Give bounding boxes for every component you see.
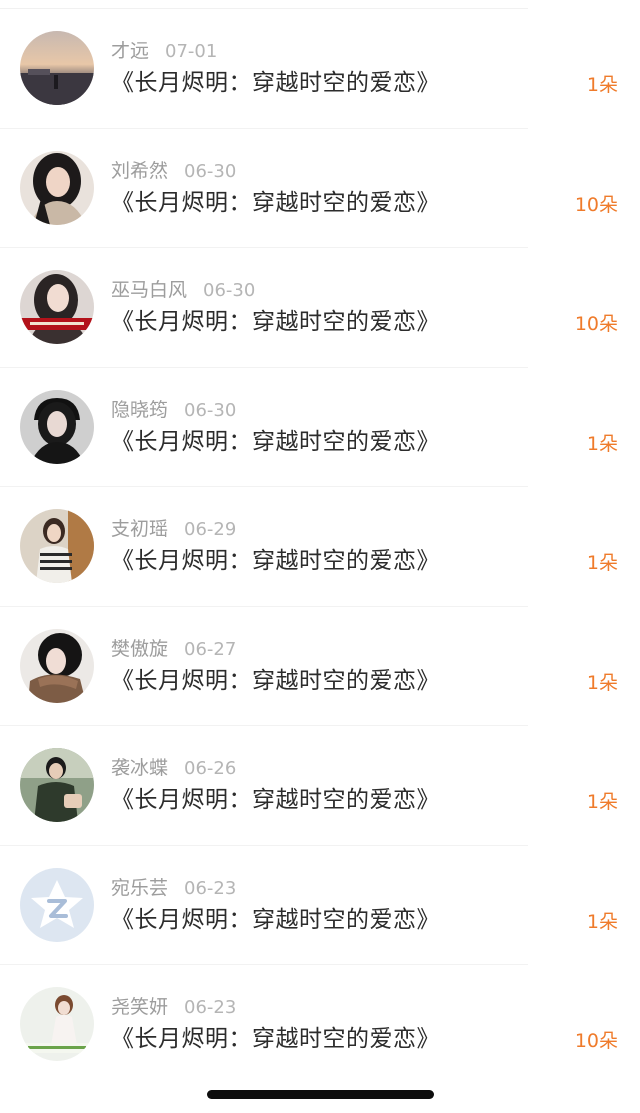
- date: 06-26: [184, 758, 237, 779]
- date: 06-29: [184, 519, 237, 540]
- gift-count: 1朵: [586, 791, 618, 813]
- list-item[interactable]: 袭冰蝶 06-26 《长月烬明：穿越时空的爱恋》 1朵: [0, 726, 640, 846]
- gift-count: 10朵: [574, 193, 618, 216]
- meta-line: 才远 07-01: [111, 39, 217, 63]
- list-item[interactable]: 支初瑶 06-29 《长月烬明：穿越时空的爱恋》 1朵: [0, 487, 640, 607]
- date: 06-23: [184, 877, 237, 899]
- list-item[interactable]: 才远 07-01 《长月烬明：穿越时空的爱恋》 1朵: [0, 9, 640, 129]
- avatar[interactable]: [20, 31, 94, 105]
- book-title[interactable]: 《长月烬明：穿越时空的爱恋》: [111, 783, 440, 817]
- avatar[interactable]: [20, 270, 94, 344]
- book-title[interactable]: 《长月烬明：穿越时空的爱恋》: [111, 1022, 440, 1056]
- meta-line: 刘希然 06-30: [111, 159, 236, 183]
- book-title[interactable]: 《长月烬明：穿越时空的爱恋》: [111, 425, 440, 459]
- user-name[interactable]: 袭冰蝶: [111, 757, 168, 779]
- book-title[interactable]: 《长月烬明：穿越时空的爱恋》: [111, 305, 440, 339]
- gift-record-list: 才远 07-01 《长月烬明：穿越时空的爱恋》 1朵 刘希然 06-30 《长月烬明…: [0, 9, 640, 1085]
- user-name[interactable]: 隐晓筠: [111, 399, 168, 421]
- avatar[interactable]: [20, 987, 94, 1061]
- meta-line: 宛乐芸 06-23: [111, 876, 236, 900]
- meta-line: 樊傲旋 06-27: [111, 637, 236, 661]
- user-name[interactable]: 才远: [111, 40, 149, 62]
- list-item[interactable]: 隐晓筠 06-30 《长月烬明：穿越时空的爱恋》 1朵: [0, 368, 640, 488]
- gift-count: 1朵: [586, 74, 618, 96]
- avatar[interactable]: [20, 867, 94, 942]
- gift-count: 10朵: [574, 313, 618, 335]
- meta-line: 尧笑妍 06-23: [111, 995, 236, 1019]
- avatar[interactable]: [20, 150, 94, 225]
- list-item[interactable]: 尧笑妍 06-23 《长月烬明：穿越时空的爱恋》 10朵: [0, 965, 640, 1085]
- gift-count: 1朵: [586, 910, 618, 933]
- avatar[interactable]: [20, 628, 94, 703]
- date: 06-30: [184, 160, 237, 182]
- list-item[interactable]: 刘希然 06-30 《长月烬明：穿越时空的爱恋》 10朵: [0, 129, 640, 249]
- meta-line: 袭冰蝶 06-26: [111, 756, 236, 780]
- date: 06-27: [184, 638, 237, 660]
- user-name[interactable]: 支初瑶: [111, 518, 168, 540]
- user-name[interactable]: 尧笑妍: [111, 996, 168, 1018]
- avatar[interactable]: [20, 389, 94, 464]
- book-title[interactable]: 《长月烬明：穿越时空的爱恋》: [111, 186, 440, 220]
- date: 06-30: [184, 399, 237, 421]
- list-item[interactable]: 樊傲旋 06-27 《长月烬明：穿越时空的爱恋》 1朵: [0, 607, 640, 727]
- meta-line: 巫马白风 06-30: [111, 278, 255, 302]
- meta-line: 支初瑶 06-29: [111, 517, 236, 541]
- gift-count: 1朵: [586, 552, 618, 574]
- meta-line: 隐晓筠 06-30: [111, 398, 236, 422]
- book-title[interactable]: 《长月烬明：穿越时空的爱恋》: [111, 544, 440, 578]
- date: 07-01: [165, 41, 218, 62]
- list-item[interactable]: 巫马白风 06-30 《长月烬明：穿越时空的爱恋》 10朵: [0, 248, 640, 368]
- gift-count: 1朵: [586, 432, 618, 455]
- avatar[interactable]: [20, 748, 94, 822]
- date: 06-23: [184, 997, 237, 1018]
- date: 06-30: [203, 280, 256, 301]
- home-indicator[interactable]: [207, 1090, 434, 1099]
- user-name[interactable]: 宛乐芸: [111, 877, 168, 899]
- list-item[interactable]: 宛乐芸 06-23 《长月烬明：穿越时空的爱恋》 1朵: [0, 846, 640, 966]
- avatar[interactable]: [20, 509, 94, 583]
- book-title[interactable]: 《长月烬明：穿越时空的爱恋》: [111, 664, 440, 698]
- book-title[interactable]: 《长月烬明：穿越时空的爱恋》: [111, 66, 440, 100]
- gift-count: 10朵: [574, 1030, 618, 1052]
- user-name[interactable]: 樊傲旋: [111, 638, 168, 660]
- book-title[interactable]: 《长月烬明：穿越时空的爱恋》: [111, 903, 440, 937]
- user-name[interactable]: 巫马白风: [111, 279, 187, 301]
- user-name[interactable]: 刘希然: [111, 160, 168, 182]
- gift-count: 1朵: [586, 671, 618, 694]
